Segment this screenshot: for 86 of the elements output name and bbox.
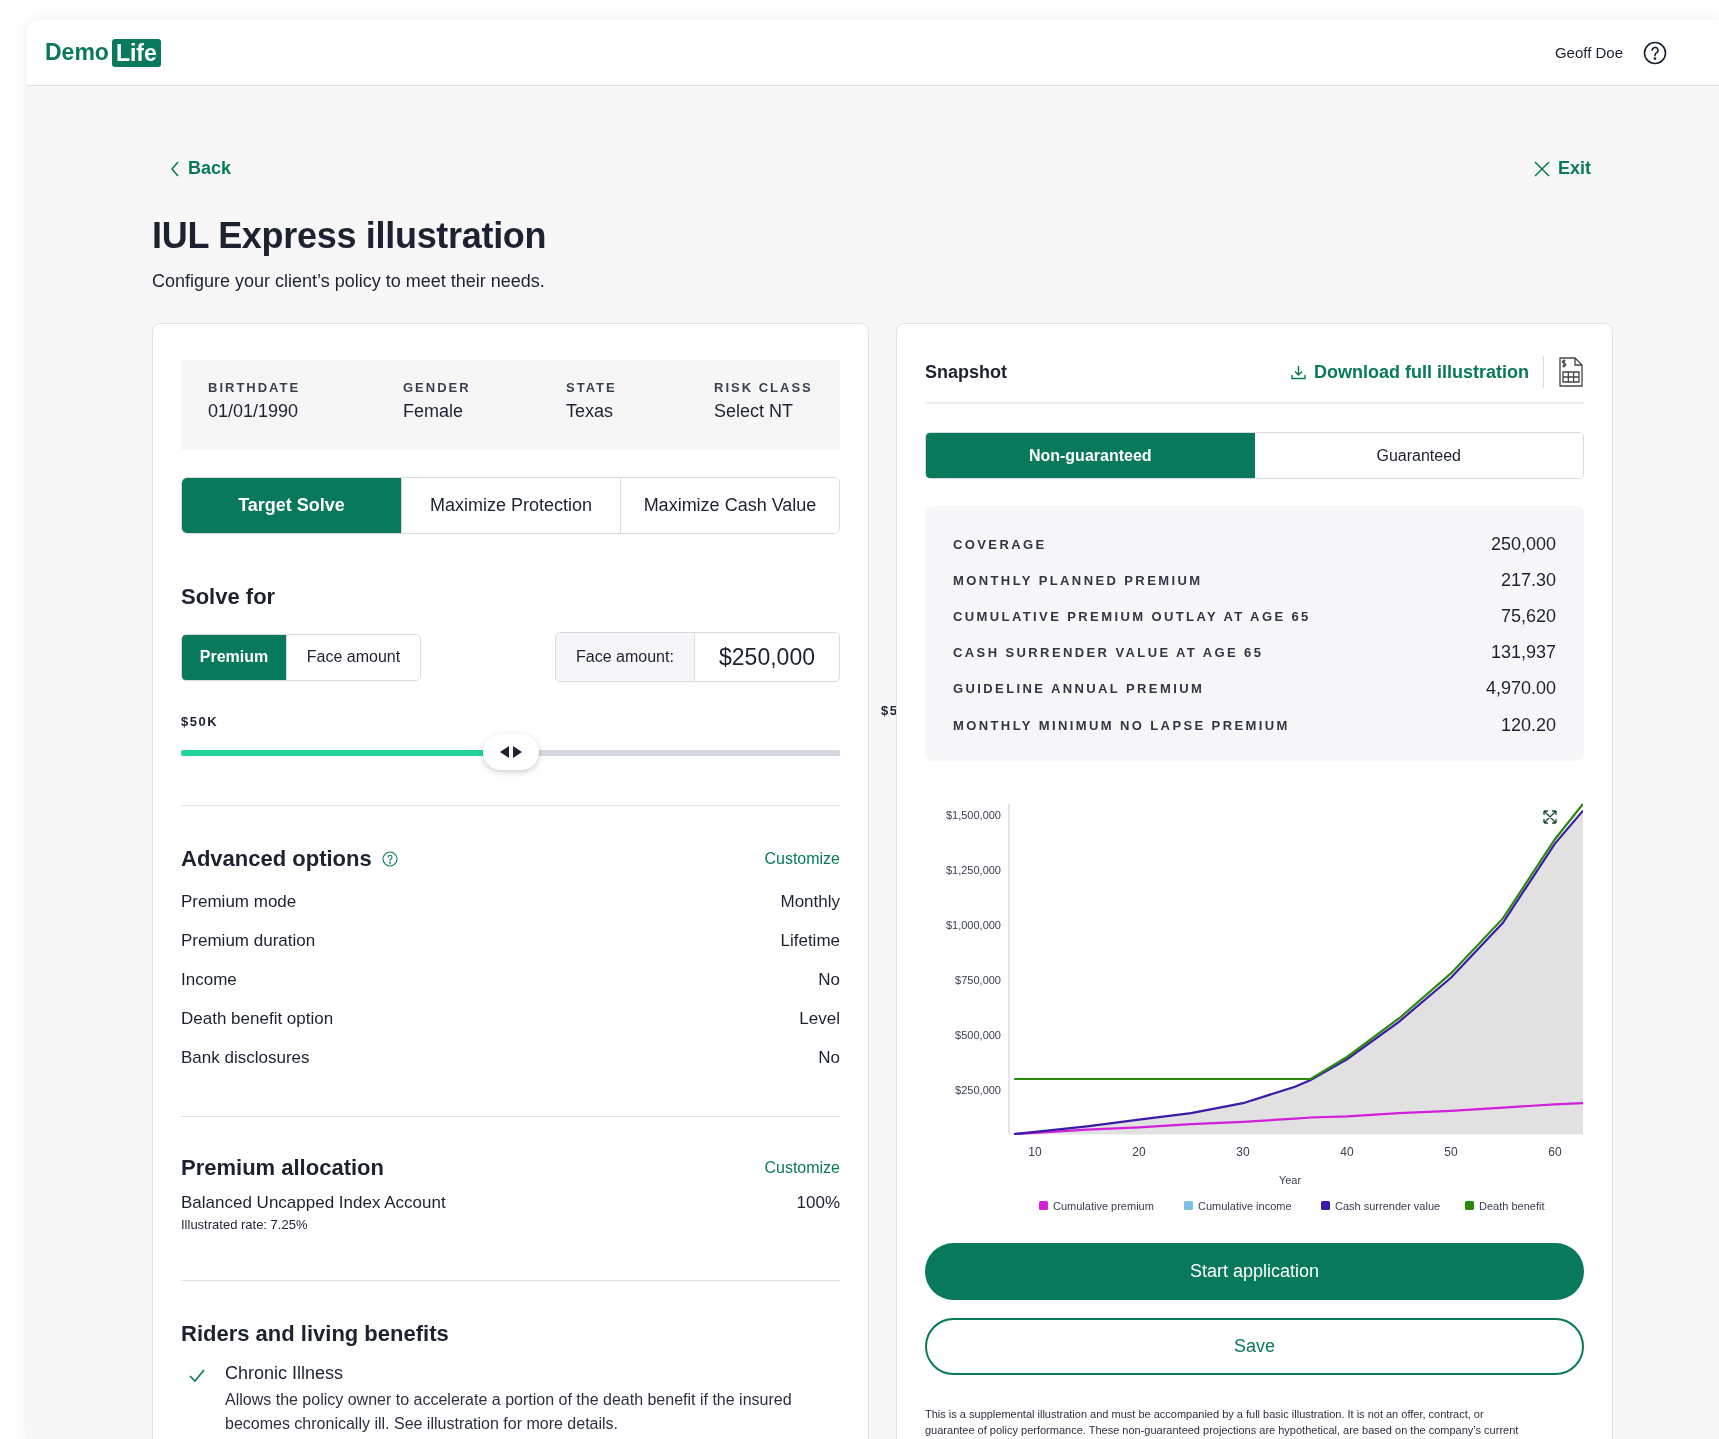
info-value: Texas	[566, 401, 615, 422]
x-tick-label: 30	[1236, 1145, 1250, 1160]
solve-tab[interactable]: Target Solve	[182, 478, 401, 533]
page-title: IUL Express illustration	[152, 215, 548, 257]
x-tick-label: 20	[1132, 1145, 1146, 1160]
y-tick-label: $500,000	[955, 1029, 1001, 1042]
option-label: Bank disclosures	[181, 1047, 310, 1068]
stat-label: GUIDELINE ANNUAL PREMIUM	[953, 681, 1205, 697]
y-tick-label: $750,000	[955, 974, 1001, 987]
snapshot-title: Snapshot	[925, 361, 1007, 383]
back-chevron-icon	[170, 160, 180, 177]
x-axis-label: Year	[1278, 1174, 1302, 1187]
stat-label: COVERAGE	[953, 536, 1047, 552]
section-title: Premium allocation	[181, 1155, 384, 1181]
y-tick-label: $1,500,000	[945, 809, 1001, 822]
section-title: Advanced options	[181, 846, 372, 872]
solve-option[interactable]: Premium	[182, 634, 286, 680]
view-toggle[interactable]: Non-guaranteed	[926, 433, 1255, 478]
stat-label: MONTHLY MINIMUM NO LAPSE PREMIUM	[953, 717, 1290, 733]
stat-value: 131,937	[1490, 642, 1556, 664]
left-right-arrows-icon	[499, 746, 522, 758]
slider-min-label: $50K	[181, 714, 219, 729]
face-amount-field[interactable]: Face amount: $250,000	[555, 632, 840, 682]
disclaimer: This is a supplemental illustration and must be accompanied by a full basic illustration. It is not an offer, contract, or guarantee of policy performance. These non-guaranteed projections are hypothetical, are based on the company’s current	[925, 1407, 1520, 1439]
info-label: GENDER	[403, 380, 472, 395]
exit-link[interactable]: Exit	[1534, 158, 1591, 179]
info-label: RISK CLASS	[714, 380, 813, 395]
download-link[interactable]: Download full illustration	[1291, 361, 1529, 383]
expand-icon[interactable]	[1543, 810, 1557, 824]
option-value: Lifetime	[780, 930, 840, 951]
save-button[interactable]: Save	[925, 1318, 1584, 1376]
y-tick-label: $1,000,000	[945, 919, 1001, 932]
y-tick-label: $1,250,000	[945, 864, 1001, 877]
allocation-value: 100%	[796, 1193, 840, 1213]
info-label: BIRTHDATE	[208, 380, 302, 395]
back-link[interactable]: Back	[170, 158, 232, 179]
info-value: 01/01/1990	[208, 401, 300, 422]
legend-label: Death benefit	[1479, 1200, 1545, 1213]
option-label: Premium duration	[181, 930, 316, 951]
x-tick-label: 50	[1444, 1145, 1458, 1160]
stat-value: 250,000	[1490, 533, 1556, 555]
x-tick-label: 60	[1548, 1145, 1562, 1160]
download-icon	[1291, 364, 1306, 380]
user-name[interactable]: Geoff Doe	[1554, 44, 1623, 61]
spreadsheet-icon[interactable]	[1558, 357, 1584, 387]
option-value: No	[818, 1047, 840, 1068]
customize-link[interactable]: Customize	[764, 850, 840, 868]
option-label: Premium mode	[181, 891, 297, 912]
stat-value: 120.20	[1500, 714, 1556, 736]
allocation-label: Balanced Uncapped Index Account	[181, 1193, 446, 1213]
info-value: Female	[403, 401, 465, 422]
solve-option[interactable]: Face amount	[286, 634, 420, 680]
legend-label: Cumulative income	[1198, 1200, 1292, 1213]
close-icon	[1534, 160, 1550, 177]
slider-max-label: $5	[881, 703, 899, 718]
option-value: Monthly	[780, 891, 840, 912]
option-value: Level	[799, 1008, 840, 1029]
slider-thumb[interactable]	[482, 734, 539, 770]
stat-label: CUMULATIVE PREMIUM OUTLAY AT AGE 65	[953, 608, 1311, 624]
stat-value: 4,970.00	[1485, 678, 1556, 700]
option-value: No	[818, 969, 840, 990]
stat-value: 75,620	[1500, 605, 1556, 627]
info-label: STATE	[566, 380, 618, 395]
legend-label: Cash surrender value	[1335, 1200, 1441, 1213]
illustrated-rate: Illustrated rate: 7.25%	[181, 1217, 309, 1232]
logo-badge: Life	[111, 38, 161, 67]
stat-label: CASH SURRENDER VALUE AT AGE 65	[953, 645, 1264, 661]
x-tick-label: 10	[1028, 1145, 1042, 1160]
help-icon[interactable]	[1643, 40, 1667, 65]
section-title: Solve for	[181, 584, 277, 610]
section-title: Riders and living benefits	[181, 1321, 450, 1347]
solve-tab[interactable]: Maximize Cash Value	[620, 478, 839, 533]
start-application-button[interactable]: Start application	[925, 1243, 1584, 1301]
rider-name: Chronic Illness	[225, 1363, 345, 1384]
option-label: Income	[181, 969, 237, 990]
stat-value: 217.30	[1500, 569, 1556, 591]
info-value: Select NT	[714, 401, 795, 422]
y-tick-label: $250,000	[955, 1084, 1001, 1097]
customize-link[interactable]: Customize	[764, 1159, 840, 1177]
legend-label: Cumulative premium	[1053, 1200, 1154, 1213]
rider-description: Allows the policy owner to accelerate a portion of the death benefit if the insured becomes chronically ill. See illustration for more details.	[225, 1390, 793, 1434]
stat-label: MONTHLY PLANNED PREMIUM	[953, 572, 1203, 588]
logo-text: Demo	[45, 39, 109, 66]
page-subtitle: Configure your client’s policy to meet their needs.	[152, 271, 546, 292]
x-tick-label: 40	[1340, 1145, 1354, 1160]
option-label: Death benefit option	[181, 1008, 334, 1029]
